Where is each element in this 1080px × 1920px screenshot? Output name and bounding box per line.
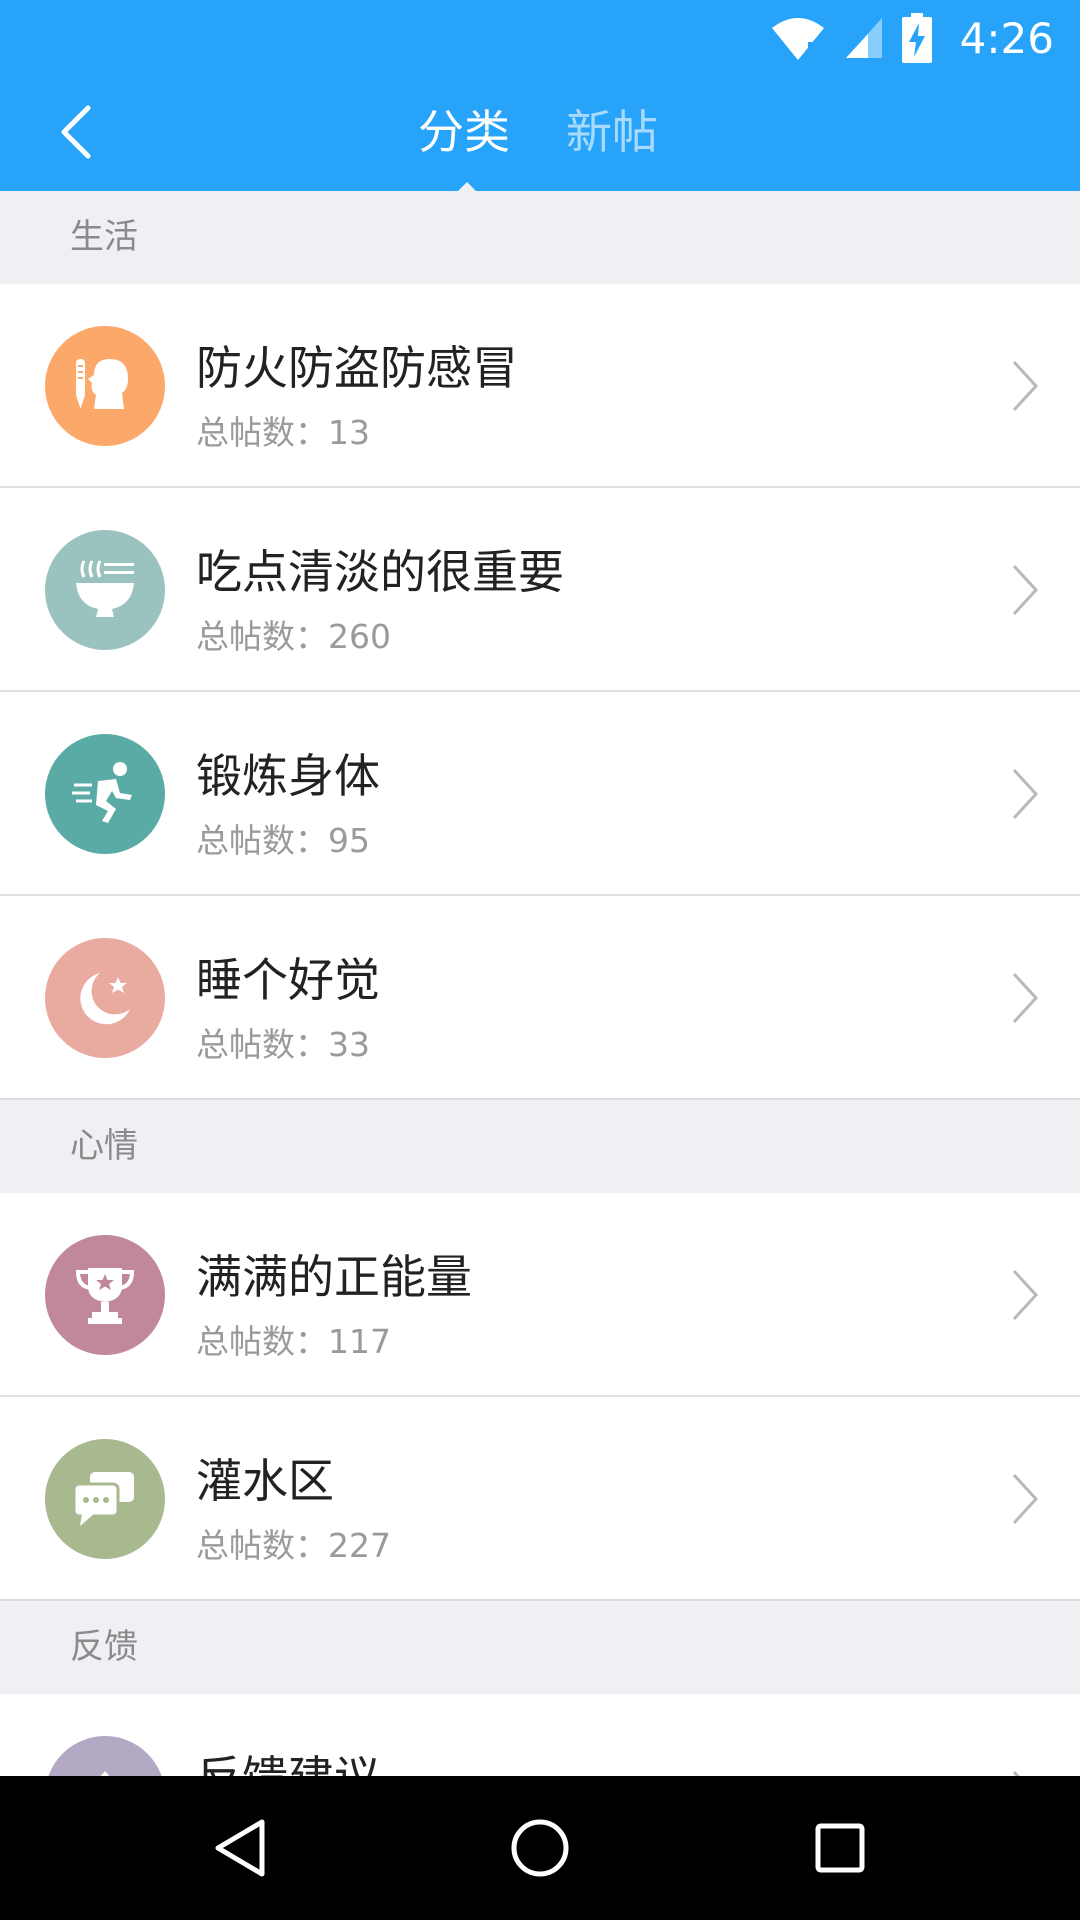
count-label: 总帖数： xyxy=(196,1526,328,1565)
count-label: 总帖数： xyxy=(196,1025,328,1064)
list-item[interactable]: 灌水区 总帖数：227 xyxy=(0,1397,1080,1601)
count-value: 117 xyxy=(328,1322,391,1361)
chat-bubbles-icon xyxy=(72,1472,134,1526)
item-title: 睡个好觉 xyxy=(196,953,380,1007)
section-header-feedback: 反馈 xyxy=(0,1601,1080,1694)
item-count: 总帖数：117 xyxy=(196,1315,391,1363)
nav-recents-button[interactable] xyxy=(800,1808,880,1888)
item-title: 锻炼身体 xyxy=(196,749,380,803)
category-list[interactable]: 生活 防火防盗防感冒 总帖数：13 吃点清淡的很重要 总帖数：260 锻炼身体 … xyxy=(0,191,1080,1776)
category-icon-circle xyxy=(45,1439,165,1559)
chevron-right-icon xyxy=(1012,1269,1039,1321)
count-value: 260 xyxy=(328,617,391,656)
count-label: 总帖数： xyxy=(196,1322,328,1361)
list-item[interactable]: 防火防盗防感冒 总帖数：13 xyxy=(0,284,1080,488)
count-label: 总帖数： xyxy=(196,617,328,656)
item-title: 满满的正能量 xyxy=(196,1250,472,1304)
chevron-left-icon xyxy=(61,105,91,159)
category-icon-circle xyxy=(45,938,165,1058)
category-icon-circle xyxy=(45,734,165,854)
status-bar: 4:26 xyxy=(0,0,1080,75)
list-item[interactable]: 满满的正能量 总帖数：117 xyxy=(0,1193,1080,1397)
list-item[interactable]: 锻炼身体 总帖数：95 xyxy=(0,692,1080,896)
tab-category[interactable]: 分类 xyxy=(418,97,510,167)
triangle-back-icon xyxy=(215,1819,265,1877)
thermometer-person-icon xyxy=(76,359,128,409)
category-icon-circle xyxy=(45,1736,165,1776)
item-count: 总帖数：227 xyxy=(196,1519,391,1567)
back-button[interactable] xyxy=(40,97,110,167)
chevron-right-icon xyxy=(1012,1473,1039,1525)
item-count: 总帖数：95 xyxy=(196,814,370,862)
noodle-bowl-icon xyxy=(76,560,134,617)
header: 分类 新帖 xyxy=(0,75,1080,191)
section-header-life: 生活 xyxy=(0,191,1080,284)
count-value: 33 xyxy=(328,1025,370,1064)
section-header-mood: 心情 xyxy=(0,1100,1080,1193)
count-value: 227 xyxy=(328,1526,391,1565)
item-count: 总帖数：260 xyxy=(196,610,391,658)
nav-home-button[interactable] xyxy=(500,1808,580,1888)
list-item[interactable]: 睡个好觉 总帖数：33 xyxy=(0,896,1080,1100)
chevron-right-icon xyxy=(1012,360,1039,412)
item-title: 灌水区 xyxy=(196,1454,334,1508)
chevron-right-icon xyxy=(1012,972,1039,1024)
trophy-icon xyxy=(75,1268,135,1324)
item-title: 防火防盗防感冒 xyxy=(196,341,518,395)
status-time: 4:26 xyxy=(959,13,1054,63)
chevron-right-icon xyxy=(1012,1770,1020,1776)
chevron-right-icon xyxy=(1012,768,1039,820)
chevron-right-icon xyxy=(1012,564,1039,616)
item-count: 总帖数：33 xyxy=(196,1018,370,1066)
count-value: 95 xyxy=(328,821,370,860)
circle-home-icon xyxy=(511,1819,569,1877)
count-value: 13 xyxy=(328,413,370,452)
list-item[interactable]: 吃点清淡的很重要 总帖数：260 xyxy=(0,488,1080,692)
signal-icon xyxy=(845,18,882,58)
active-tab-indicator xyxy=(458,182,476,191)
item-title: 反馈建议 xyxy=(196,1742,380,1776)
item-title: 吃点清淡的很重要 xyxy=(196,545,564,599)
item-count: 总帖数：13 xyxy=(196,406,370,454)
tab-new-posts[interactable]: 新帖 xyxy=(566,97,658,167)
square-recents-icon xyxy=(815,1823,865,1873)
count-label: 总帖数： xyxy=(196,413,328,452)
nav-back-button[interactable] xyxy=(200,1808,280,1888)
running-person-icon xyxy=(72,762,132,823)
category-icon-circle xyxy=(45,326,165,446)
category-icon-circle xyxy=(45,1235,165,1355)
category-icon-circle xyxy=(45,530,165,650)
wifi-icon xyxy=(771,18,824,60)
status-icons: 4:26 xyxy=(770,10,1054,66)
moon-star-icon xyxy=(80,973,130,1025)
feedback-icon xyxy=(100,1771,110,1776)
battery-charging-icon xyxy=(901,13,932,63)
list-item[interactable]: 反馈建议 xyxy=(0,1694,1080,1776)
count-label: 总帖数： xyxy=(196,821,328,860)
system-nav-bar xyxy=(0,1776,1080,1920)
